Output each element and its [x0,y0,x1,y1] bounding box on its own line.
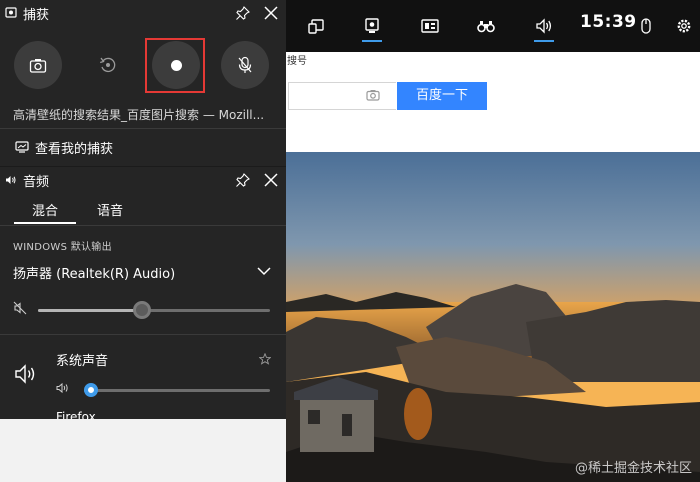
screenshot-button[interactable] [14,41,62,89]
game-bar: 15:39 [286,0,700,52]
default-output-label: WINDOWS 默认输出 [13,242,112,253]
capture-widget-icon [5,7,17,18]
active-tab-indicator [14,222,76,224]
volume-icon[interactable] [56,382,70,394]
mute-icon[interactable] [12,300,28,316]
view-captures-label: 查看我的捕获 [35,142,114,157]
record-highlight-box [145,38,205,93]
settings-icon[interactable] [662,0,700,52]
baidu-search-button[interactable]: 百度一下 [397,82,487,110]
performance-icon[interactable] [408,0,452,52]
camera-icon [29,58,47,73]
mic-toggle-button[interactable] [221,41,269,89]
audio-widget: 音频 混合 语音 WINDOWS 默认输出 扬声器 (Realtek(R) Au… [0,166,286,419]
captured-window-title: 高清壁纸的搜索结果_百度图片搜索 — Mozill... [13,108,265,122]
binoculars-icon[interactable] [464,0,508,52]
audio-tabs: 混合 语音 [0,197,286,225]
sunset-landscape [286,152,700,482]
mic-off-icon [238,56,252,73]
close-icon[interactable] [263,172,279,188]
pin-icon[interactable] [235,5,251,21]
capture-widget: 捕获 高清壁纸的搜索结果_百度图片搜索 — Mozill... 查看我的捕获 [0,0,286,166]
audio-header: 音频 [0,167,286,193]
wallpaper-image: @稀土掘金技术社区 [286,152,700,482]
firefox-app-label: Firefox [56,410,96,419]
output-device-name: 扬声器 (Realtek(R) Audio) [13,267,176,282]
star-icon[interactable] [259,353,271,365]
divider [0,334,286,335]
master-volume-fill [38,309,142,312]
output-device-select[interactable]: 扬声器 (Realtek(R) Audio) [0,259,286,287]
replay-icon [100,57,116,73]
close-icon[interactable] [263,5,279,21]
widget-menu-icon[interactable] [294,0,338,52]
camera-search-icon[interactable] [366,89,380,101]
master-volume-thumb[interactable] [133,301,151,319]
view-captures-link[interactable]: 查看我的捕获 [0,129,286,166]
capture-icon[interactable] [350,0,394,52]
record-last-30s-button[interactable] [84,41,132,89]
system-sounds-label: 系统声音 [56,354,109,369]
speaker-icon [6,176,16,184]
tab-voice[interactable]: 语音 [97,200,123,219]
system-sounds-volume-thumb[interactable] [84,383,98,397]
capture-header: 捕获 [0,0,286,26]
partial-label: 搜号 [287,56,307,67]
master-volume-slider[interactable] [38,301,270,319]
gallery-icon [15,141,29,153]
speaker-icon [15,364,35,384]
watermark: @稀土掘金技术社区 [574,461,692,476]
divider [0,225,286,226]
audio-icon[interactable] [522,0,566,52]
capture-title: 捕获 [23,8,50,23]
pin-icon[interactable] [235,172,251,188]
tab-mix[interactable]: 混合 [32,200,58,219]
audio-title: 音频 [23,175,50,190]
chevron-down-icon [257,267,271,276]
system-sounds-volume-slider[interactable] [84,383,270,397]
